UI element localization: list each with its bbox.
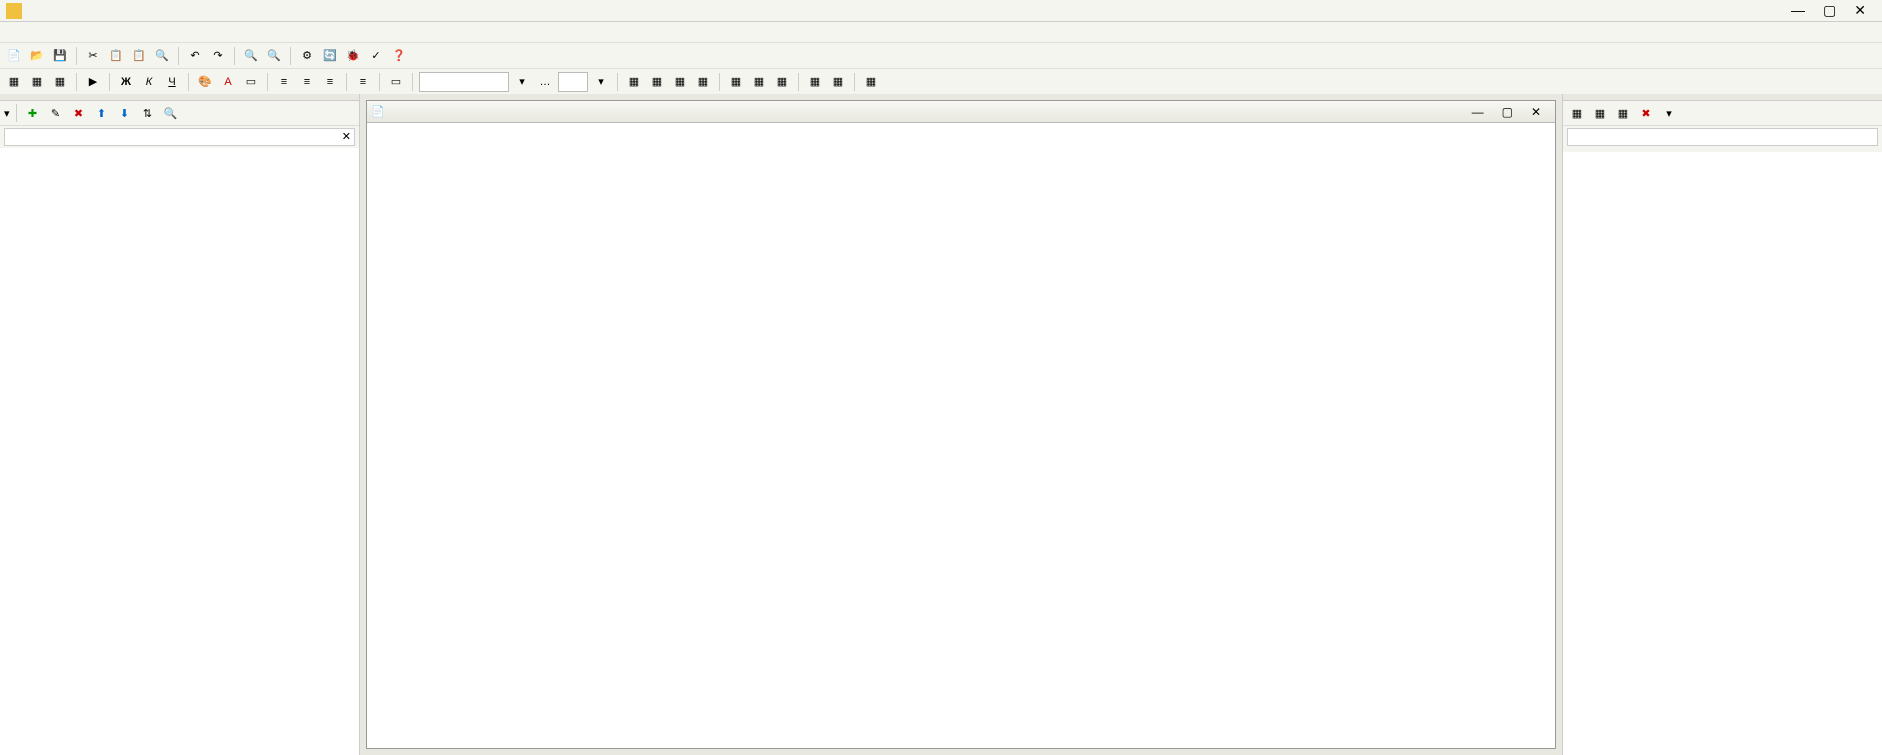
- zoom-in-icon[interactable]: 🔍: [241, 46, 261, 66]
- valign-icon[interactable]: ≡: [353, 72, 373, 92]
- config-panel: ▾ ✚ ✎ ✖ ⬆ ⬇ ⇅ 🔍 ✕: [0, 94, 360, 755]
- bgcolor-icon[interactable]: 🎨: [195, 72, 215, 92]
- sheet1-icon[interactable]: ▦: [4, 72, 24, 92]
- close-icon[interactable]: ✕: [1854, 2, 1866, 19]
- textcolor-icon[interactable]: A: [218, 72, 238, 92]
- doc-close-icon[interactable]: ✕: [1531, 105, 1541, 119]
- bold-icon[interactable]: Ж: [116, 72, 136, 92]
- font-select[interactable]: [419, 72, 509, 92]
- sort-icon[interactable]: ⇅: [138, 103, 158, 123]
- size-select[interactable]: [558, 72, 588, 92]
- props-t3-icon[interactable]: ▦: [1613, 103, 1633, 123]
- undo-icon[interactable]: ↶: [185, 46, 205, 66]
- props-dd-icon[interactable]: ▾: [1659, 103, 1679, 123]
- app-icon: [6, 3, 22, 19]
- search-clear-icon[interactable]: ✕: [342, 130, 351, 143]
- config-icon[interactable]: ⚙: [297, 46, 317, 66]
- props-search[interactable]: [1567, 128, 1878, 146]
- help-icon[interactable]: ❓: [389, 46, 409, 66]
- up-icon[interactable]: ⬆: [92, 103, 112, 123]
- config-title: [0, 94, 359, 101]
- edit-icon[interactable]: ✎: [46, 103, 66, 123]
- workspace: 📄 — ▢ ✕: [360, 94, 1562, 755]
- doc-minimize-icon[interactable]: —: [1472, 105, 1484, 119]
- align-right-icon[interactable]: ≡: [320, 72, 340, 92]
- config-tree[interactable]: [0, 148, 359, 755]
- find-tree-icon[interactable]: 🔍: [161, 103, 181, 123]
- delete-icon[interactable]: ✖: [69, 103, 89, 123]
- zoom-out-icon[interactable]: 🔍: [264, 46, 284, 66]
- update-icon[interactable]: 🔄: [320, 46, 340, 66]
- redo-icon[interactable]: ↷: [208, 46, 228, 66]
- template-window: 📄 — ▢ ✕: [366, 100, 1556, 749]
- paste-icon[interactable]: 📋: [129, 46, 149, 66]
- grid4-icon[interactable]: ▦: [693, 72, 713, 92]
- underline-icon[interactable]: Ч: [162, 72, 182, 92]
- props-t2-icon[interactable]: ▦: [1590, 103, 1610, 123]
- grid2-icon[interactable]: ▦: [647, 72, 667, 92]
- table3-icon[interactable]: ▦: [772, 72, 792, 92]
- open-icon[interactable]: 📂: [27, 46, 47, 66]
- properties-title: [1563, 94, 1882, 101]
- down-icon[interactable]: ⬇: [115, 103, 135, 123]
- properties-list[interactable]: [1563, 152, 1882, 755]
- new-icon[interactable]: 📄: [4, 46, 24, 66]
- menubar: [0, 22, 1882, 42]
- maximize-icon[interactable]: ▢: [1823, 2, 1836, 19]
- merge-icon[interactable]: ▭: [386, 72, 406, 92]
- grid3-icon[interactable]: ▦: [670, 72, 690, 92]
- run-icon[interactable]: ▶: [83, 72, 103, 92]
- add-icon[interactable]: ✚: [23, 103, 43, 123]
- config-search[interactable]: [4, 128, 355, 146]
- props-t1-icon[interactable]: ▦: [1567, 103, 1587, 123]
- align-center-icon[interactable]: ≡: [297, 72, 317, 92]
- extra1-icon[interactable]: ▦: [805, 72, 825, 92]
- table2-icon[interactable]: ▦: [749, 72, 769, 92]
- cut-icon[interactable]: ✂: [83, 46, 103, 66]
- debug-icon[interactable]: 🐞: [343, 46, 363, 66]
- font-more-icon[interactable]: …: [535, 72, 555, 92]
- syntax-icon[interactable]: ✓: [366, 46, 386, 66]
- props-clear-icon[interactable]: ✖: [1636, 103, 1656, 123]
- properties-panel: ▦ ▦ ▦ ✖ ▾: [1562, 94, 1882, 755]
- titlebar: — ▢ ✕: [0, 0, 1882, 22]
- font-dropdown-icon[interactable]: ▾: [512, 72, 532, 92]
- spreadsheet[interactable]: [367, 123, 1555, 748]
- italic-icon[interactable]: К: [139, 72, 159, 92]
- save-icon[interactable]: 💾: [50, 46, 70, 66]
- toolbar-main: 📄 📂 💾 ✂ 📋 📋 🔍 ↶ ↷ 🔍 🔍 ⚙ 🔄 🐞 ✓ ❓: [0, 42, 1882, 68]
- find-icon[interactable]: 🔍: [152, 46, 172, 66]
- doc-maximize-icon[interactable]: ▢: [1502, 105, 1513, 119]
- extra2-icon[interactable]: ▦: [828, 72, 848, 92]
- extra3-icon[interactable]: ▦: [861, 72, 881, 92]
- sheet2-icon[interactable]: ▦: [27, 72, 47, 92]
- table1-icon[interactable]: ▦: [726, 72, 746, 92]
- toolbar-format: ▦ ▦ ▦ ▶ Ж К Ч 🎨 A ▭ ≡ ≡ ≡ ≡ ▭ ▾ … ▾ ▦ ▦ …: [0, 68, 1882, 94]
- sheet3-icon[interactable]: ▦: [50, 72, 70, 92]
- actions-menu[interactable]: ▾: [4, 107, 10, 120]
- copy-icon[interactable]: 📋: [106, 46, 126, 66]
- border-icon[interactable]: ▭: [241, 72, 261, 92]
- doc-icon: 📄: [371, 105, 385, 118]
- align-left-icon[interactable]: ≡: [274, 72, 294, 92]
- grid1-icon[interactable]: ▦: [624, 72, 644, 92]
- minimize-icon[interactable]: —: [1791, 2, 1805, 19]
- size-dropdown-icon[interactable]: ▾: [591, 72, 611, 92]
